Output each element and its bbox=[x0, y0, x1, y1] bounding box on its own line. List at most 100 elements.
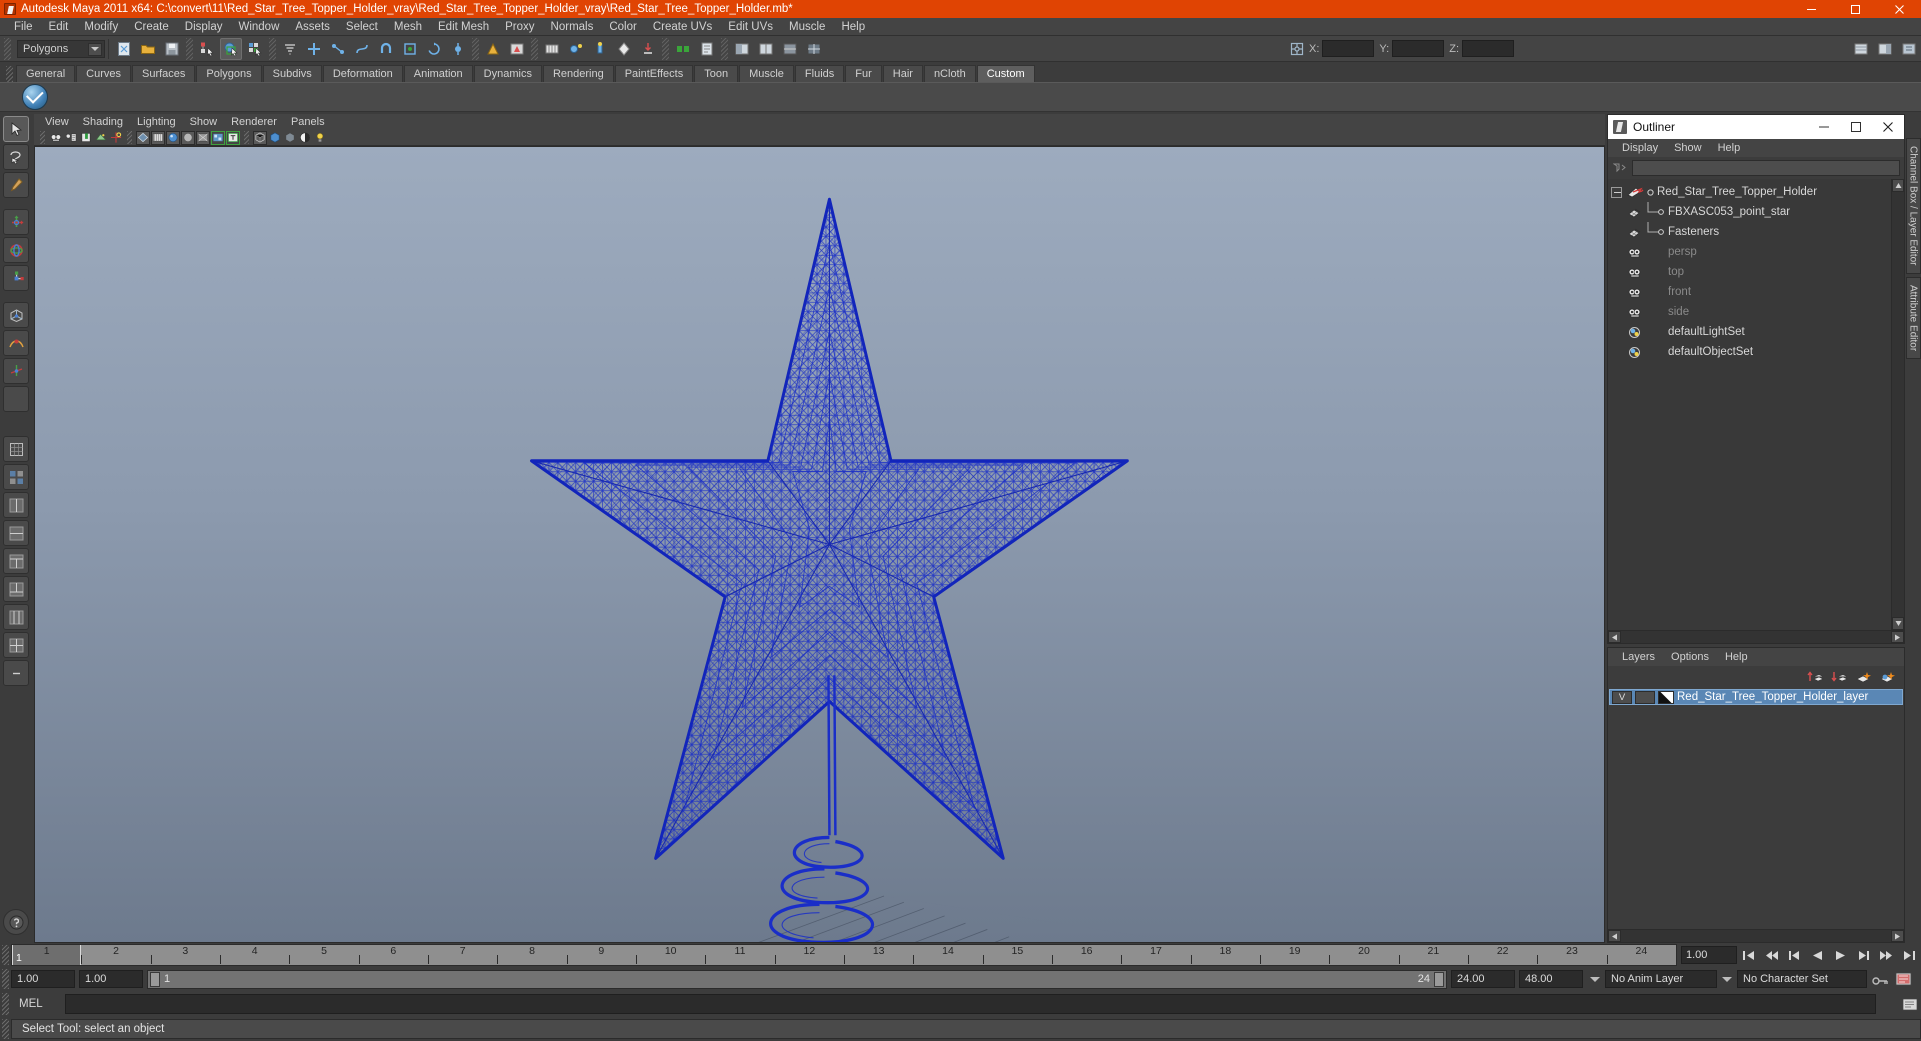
select-by-object-type-button[interactable] bbox=[220, 37, 242, 60]
shelf-tab-muscle[interactable]: Muscle bbox=[739, 65, 794, 82]
save-scene-button[interactable] bbox=[161, 38, 183, 60]
outliner-menu-show[interactable]: Show bbox=[1666, 142, 1710, 154]
step-back-keyframe-button[interactable] bbox=[1761, 946, 1782, 965]
layout-four-view-button[interactable] bbox=[3, 632, 29, 658]
shelf-tab-rendering[interactable]: Rendering bbox=[542, 65, 614, 82]
tab-channel-box-layer-editor[interactable]: Channel Box / Layer Editor bbox=[1905, 138, 1921, 274]
shelf-tab-curves[interactable]: Curves bbox=[76, 65, 131, 82]
command-language-label[interactable]: MEL bbox=[11, 998, 65, 1010]
go-to-end-button[interactable] bbox=[1899, 946, 1920, 965]
wireframe-shading-icon[interactable] bbox=[136, 130, 150, 145]
camera-attributes-icon[interactable] bbox=[64, 131, 78, 145]
menu-item-window[interactable]: Window bbox=[230, 18, 287, 36]
layer-hscroll-track[interactable] bbox=[1621, 930, 1891, 942]
selection-mode-dropdown[interactable]: Polygons bbox=[17, 39, 105, 58]
select-by-component-type-button[interactable] bbox=[244, 38, 266, 60]
help-line-grip[interactable] bbox=[2, 1019, 9, 1039]
menu-item-assets[interactable]: Assets bbox=[287, 18, 338, 36]
menu-item-muscle[interactable]: Muscle bbox=[781, 18, 833, 36]
shelf-tab-animation[interactable]: Animation bbox=[403, 65, 473, 82]
viewport-icon-grip[interactable] bbox=[40, 131, 45, 144]
auto-key-button[interactable] bbox=[1870, 970, 1891, 989]
range-slider-bar[interactable]: 1 24 bbox=[147, 969, 1447, 989]
select-camera-icon[interactable] bbox=[49, 131, 63, 145]
shelf-tab-general[interactable]: General bbox=[16, 65, 76, 82]
menu-item-mesh[interactable]: Mesh bbox=[386, 18, 430, 36]
outliner-vertical-scrollbar[interactable] bbox=[1891, 179, 1904, 630]
layout-hypershade-button[interactable] bbox=[3, 576, 29, 602]
panel-layout-1-button[interactable] bbox=[731, 38, 753, 60]
filter-icon[interactable] bbox=[1612, 161, 1628, 175]
close-button[interactable] bbox=[1877, 0, 1921, 18]
menu-item-edit-uvs[interactable]: Edit UVs bbox=[720, 18, 781, 36]
universal-manipulator-button[interactable] bbox=[3, 302, 29, 328]
outliner-menu-display[interactable]: Display bbox=[1614, 142, 1666, 154]
range-min-handle[interactable] bbox=[150, 971, 160, 987]
bounding-box-icon[interactable] bbox=[283, 131, 297, 145]
move-tool-button[interactable] bbox=[3, 209, 29, 235]
outliner-search-input[interactable] bbox=[1632, 160, 1900, 176]
layout-persp-outliner-button[interactable] bbox=[3, 520, 29, 546]
outliner-item-side[interactable]: side bbox=[1608, 302, 1891, 322]
move-layer-down-icon[interactable] bbox=[1830, 669, 1848, 685]
select-tool-button[interactable] bbox=[3, 116, 29, 142]
menu-item-edit[interactable]: Edit bbox=[41, 18, 77, 36]
anim-layer-chevron-icon[interactable] bbox=[1587, 970, 1603, 988]
play-backwards-button[interactable] bbox=[1807, 946, 1828, 965]
shelf-tab-painteffects[interactable]: PaintEffects bbox=[614, 65, 694, 82]
menu-item-normals[interactable]: Normals bbox=[543, 18, 602, 36]
scroll-track[interactable] bbox=[1892, 192, 1904, 617]
show-layer-editor-button[interactable] bbox=[1874, 38, 1896, 60]
coord-y-field[interactable] bbox=[1392, 40, 1445, 57]
ipr-render-button[interactable] bbox=[506, 38, 528, 60]
outliner-item-persp[interactable]: persp bbox=[1608, 242, 1891, 262]
hscroll-track[interactable] bbox=[1621, 631, 1891, 643]
animation-preferences-button[interactable] bbox=[1893, 970, 1914, 989]
smooth-shade-all-icon[interactable] bbox=[151, 130, 165, 145]
text-display-icon[interactable] bbox=[226, 130, 240, 145]
shelf-tab-surfaces[interactable]: Surfaces bbox=[131, 65, 196, 82]
go-to-start-button[interactable] bbox=[1738, 946, 1759, 965]
layer-scroll-right-button[interactable] bbox=[1891, 930, 1904, 942]
viewport-menu-renderer[interactable]: Renderer bbox=[224, 116, 284, 128]
step-forward-keyframe-button[interactable] bbox=[1876, 946, 1897, 965]
menu-item-display[interactable]: Display bbox=[177, 18, 231, 36]
outliner-item-defaultlightset[interactable]: defaultLightSet bbox=[1608, 322, 1891, 342]
show-attribute-editor-button[interactable] bbox=[1898, 38, 1920, 60]
playback-start-time-field[interactable]: 1.00 bbox=[79, 970, 143, 988]
toolbar-grip[interactable] bbox=[4, 37, 11, 60]
wireframe-on-shaded-icon[interactable] bbox=[196, 130, 210, 145]
script-editor-button[interactable] bbox=[1899, 995, 1920, 1014]
two-d-pan-zoom-icon[interactable] bbox=[109, 131, 123, 145]
shelf-grip[interactable] bbox=[6, 66, 13, 82]
layer-color-swatch[interactable] bbox=[1658, 690, 1674, 704]
shelf-tab-fluids[interactable]: Fluids bbox=[794, 65, 845, 82]
select-by-hierarchy-button[interactable] bbox=[196, 38, 218, 60]
layout-more-button[interactable] bbox=[3, 660, 29, 686]
viewport-menu-shading[interactable]: Shading bbox=[76, 116, 130, 128]
menu-item-modify[interactable]: Modify bbox=[76, 18, 126, 36]
command-output-field[interactable] bbox=[1876, 994, 1898, 1014]
lighting-toggle-icon[interactable] bbox=[313, 131, 327, 145]
scroll-down-button[interactable] bbox=[1892, 617, 1904, 630]
step-back-frame-button[interactable] bbox=[1784, 946, 1805, 965]
layout-relationship-button[interactable] bbox=[3, 604, 29, 630]
smooth-shade-selected-icon[interactable] bbox=[166, 130, 180, 145]
playback-end-time-field[interactable]: 24.00 bbox=[1451, 970, 1515, 988]
paint-selection-tool-button[interactable] bbox=[3, 172, 29, 198]
outliner-item-red-star-tree-topper-holder[interactable]: Red_Star_Tree_Topper_Holder bbox=[1608, 182, 1891, 202]
outliner-item-top[interactable]: top bbox=[1608, 262, 1891, 282]
view-cube-layout-button[interactable] bbox=[3, 436, 29, 462]
shelf-tab-deformation[interactable]: Deformation bbox=[322, 65, 403, 82]
viewport-menu-panels[interactable]: Panels bbox=[284, 116, 332, 128]
snap-to-points-button[interactable] bbox=[327, 38, 349, 60]
shelf-tab-fur[interactable]: Fur bbox=[845, 65, 882, 82]
outliner-item-front[interactable]: front bbox=[1608, 282, 1891, 302]
shelf-tab-subdivs[interactable]: Subdivs bbox=[262, 65, 322, 82]
outliner-maximize-button[interactable] bbox=[1840, 115, 1872, 139]
show-hide-ui-2-button[interactable] bbox=[696, 38, 718, 60]
open-scene-button[interactable] bbox=[137, 38, 159, 60]
show-manipulator-tool-button[interactable] bbox=[3, 358, 29, 384]
menu-item-help[interactable]: Help bbox=[833, 18, 873, 36]
flat-shade-icon[interactable] bbox=[181, 130, 195, 145]
